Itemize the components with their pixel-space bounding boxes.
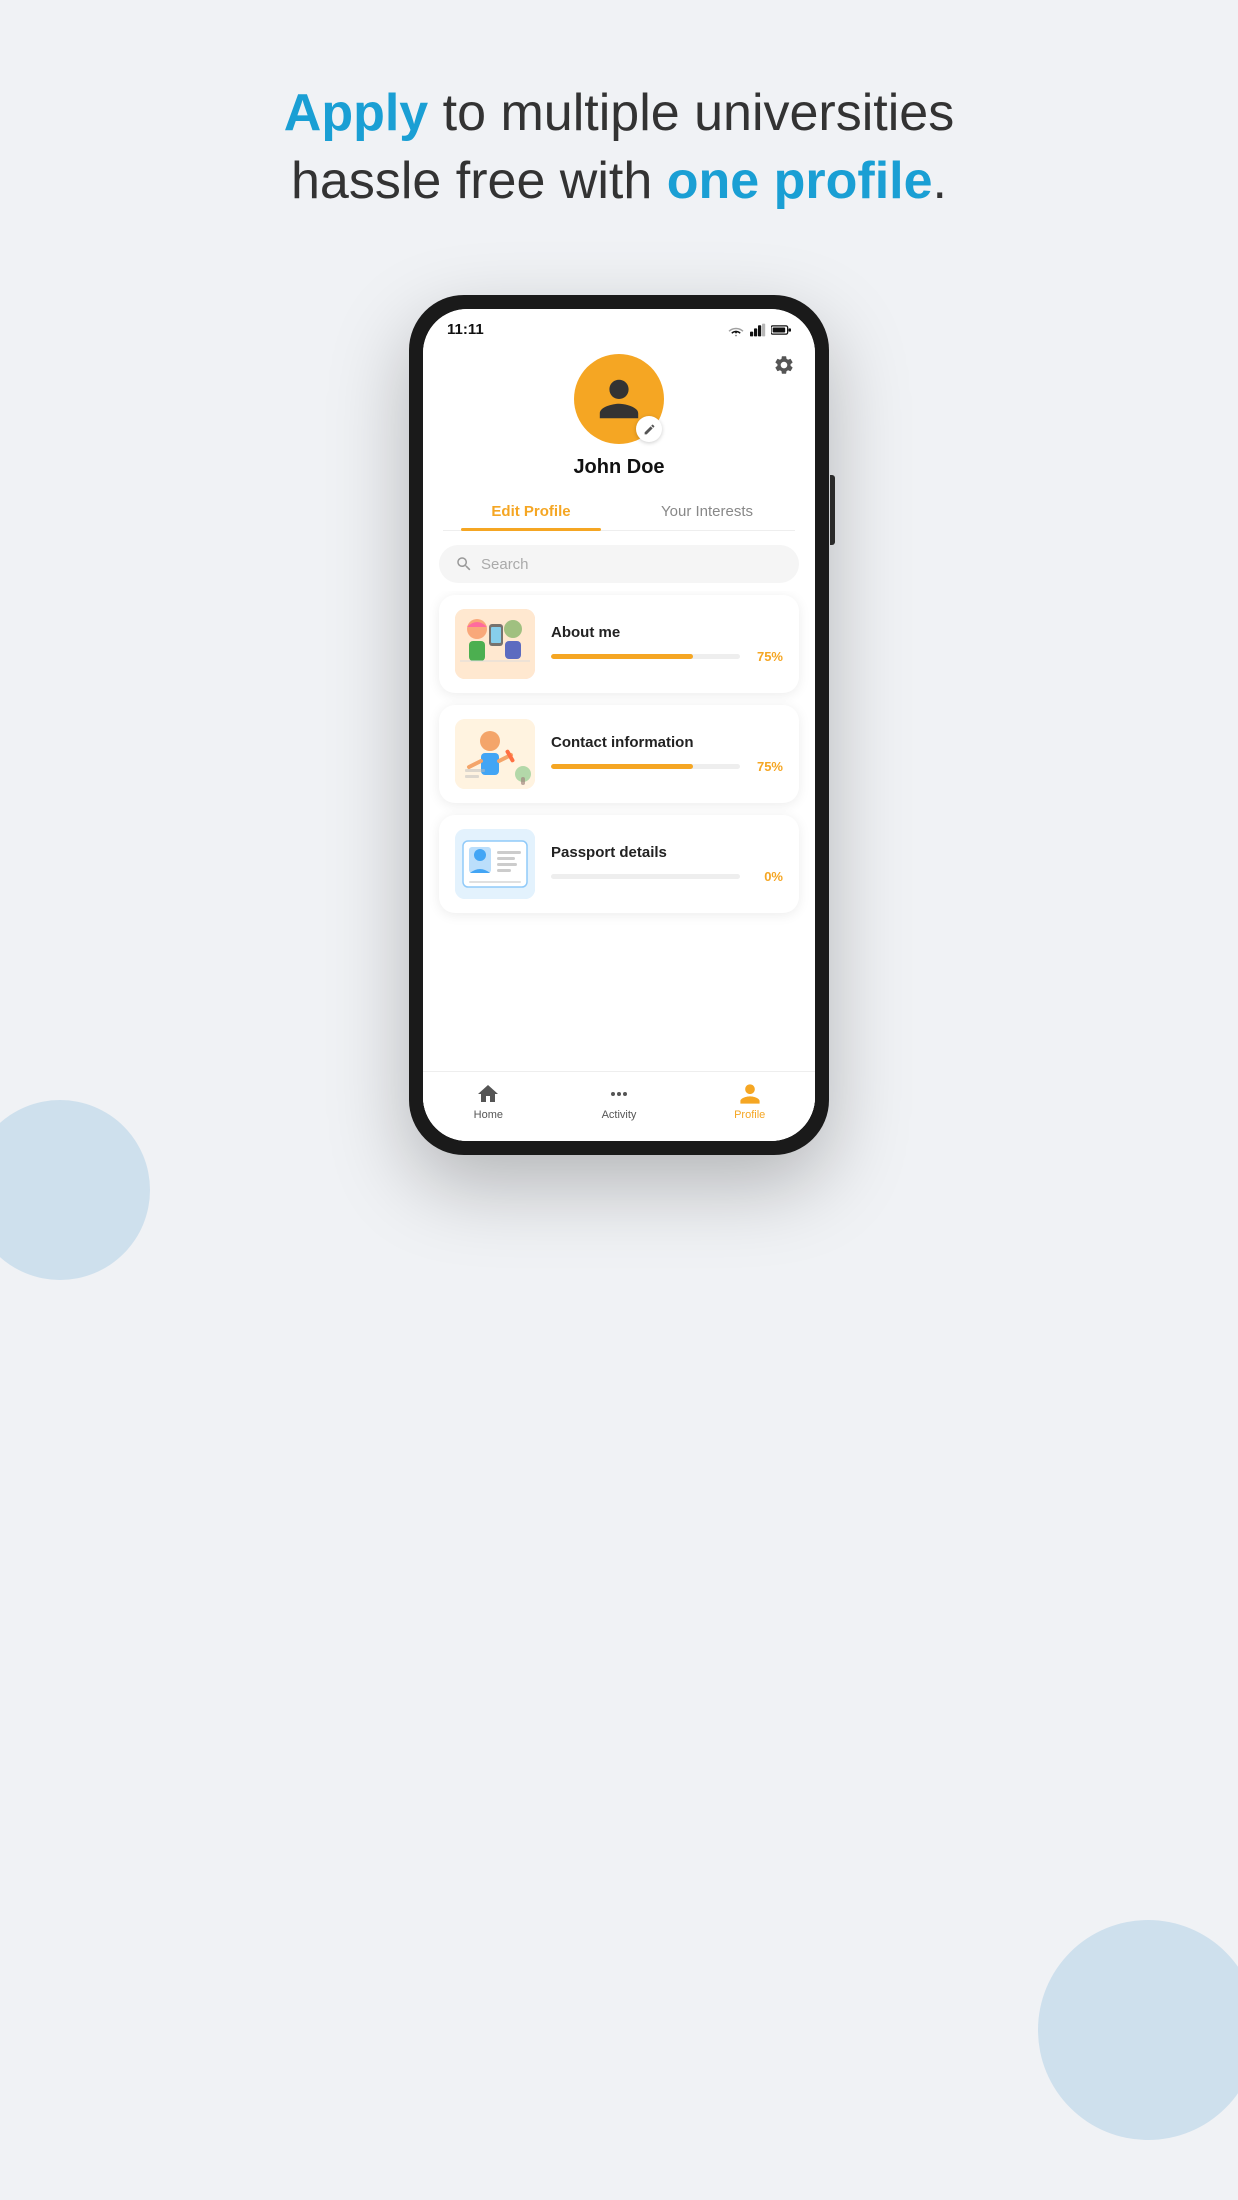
wifi-icon bbox=[727, 323, 745, 337]
headline-text1: to multiple universities bbox=[428, 84, 954, 142]
phone-mockup: 11:11 bbox=[409, 295, 829, 1155]
bottom-nav: Home Activity Profil bbox=[423, 1071, 815, 1141]
status-time: 11:11 bbox=[447, 321, 484, 338]
headline: Apply to multiple universities hassle fr… bbox=[284, 80, 954, 215]
phone-frame: 11:11 bbox=[409, 295, 829, 1155]
headline-period: . bbox=[933, 152, 947, 210]
passport-progress-row: 0% bbox=[551, 869, 783, 884]
contact-illustration bbox=[455, 719, 535, 789]
headline-one-profile: one profile bbox=[667, 152, 933, 210]
nav-home[interactable]: Home bbox=[423, 1082, 554, 1121]
passport-progress-bg bbox=[551, 874, 740, 879]
contact-card-info: Contact information 75% bbox=[551, 734, 783, 774]
passport-illustration bbox=[455, 829, 535, 899]
nav-home-label: Home bbox=[474, 1109, 503, 1121]
about-me-progress-row: 75% bbox=[551, 649, 783, 664]
passport-illustration-svg bbox=[455, 829, 535, 899]
bg-circle-left bbox=[0, 1100, 150, 1280]
nav-activity-label: Activity bbox=[602, 1109, 637, 1121]
about-me-card-info: About me 75% bbox=[551, 624, 783, 664]
search-container: Search bbox=[423, 531, 815, 591]
search-placeholder: Search bbox=[481, 556, 529, 573]
about-me-illustration bbox=[455, 609, 535, 679]
avatar-container bbox=[574, 354, 664, 444]
about-me-card[interactable]: About me 75% bbox=[439, 595, 799, 693]
home-icon bbox=[476, 1082, 500, 1106]
passport-card[interactable]: Passport details 0% bbox=[439, 815, 799, 913]
profile-tabs: Edit Profile Your Interests bbox=[443, 493, 795, 531]
search-icon bbox=[455, 555, 473, 573]
headline-apply: Apply bbox=[284, 84, 428, 142]
about-me-progress-fill bbox=[551, 654, 693, 659]
contact-illustration-svg bbox=[455, 719, 535, 789]
profile-content: John Doe Edit Profile Your Interests bbox=[423, 344, 815, 1141]
activity-icon bbox=[607, 1082, 631, 1106]
passport-card-info: Passport details 0% bbox=[551, 844, 783, 884]
status-bar: 11:11 bbox=[423, 309, 815, 344]
nav-activity[interactable]: Activity bbox=[554, 1082, 685, 1121]
contact-card[interactable]: Contact information 75% bbox=[439, 705, 799, 803]
about-illustration-svg bbox=[455, 609, 535, 679]
settings-icon[interactable] bbox=[773, 354, 795, 382]
headline-text2: hassle free with bbox=[291, 152, 667, 210]
contact-progress-row: 75% bbox=[551, 759, 783, 774]
search-bar[interactable]: Search bbox=[439, 545, 799, 583]
bg-circle-right bbox=[1038, 1920, 1238, 2140]
edit-avatar-button[interactable] bbox=[636, 416, 662, 442]
passport-title: Passport details bbox=[551, 844, 783, 861]
status-icons bbox=[727, 323, 791, 337]
phone-side-button bbox=[830, 475, 835, 545]
user-name: John Doe bbox=[573, 456, 664, 479]
tab-your-interests[interactable]: Your Interests bbox=[619, 493, 795, 530]
about-me-progress-bg bbox=[551, 654, 740, 659]
about-me-progress-pct: 75% bbox=[748, 649, 783, 664]
passport-progress-pct: 0% bbox=[748, 869, 783, 884]
person-icon bbox=[595, 375, 643, 423]
about-me-title: About me bbox=[551, 624, 783, 641]
phone-screen: 11:11 bbox=[423, 309, 815, 1141]
nav-profile-label: Profile bbox=[734, 1109, 765, 1121]
profile-icon bbox=[738, 1082, 762, 1106]
profile-header: John Doe Edit Profile Your Interests bbox=[423, 344, 815, 531]
battery-icon bbox=[771, 324, 791, 336]
nav-profile[interactable]: Profile bbox=[684, 1082, 815, 1121]
contact-progress-fill bbox=[551, 764, 693, 769]
contact-progress-pct: 75% bbox=[748, 759, 783, 774]
contact-title: Contact information bbox=[551, 734, 783, 751]
tab-edit-profile[interactable]: Edit Profile bbox=[443, 493, 619, 530]
contact-progress-bg bbox=[551, 764, 740, 769]
signal-icon bbox=[750, 323, 766, 337]
cards-list: About me 75% bbox=[423, 591, 815, 1071]
